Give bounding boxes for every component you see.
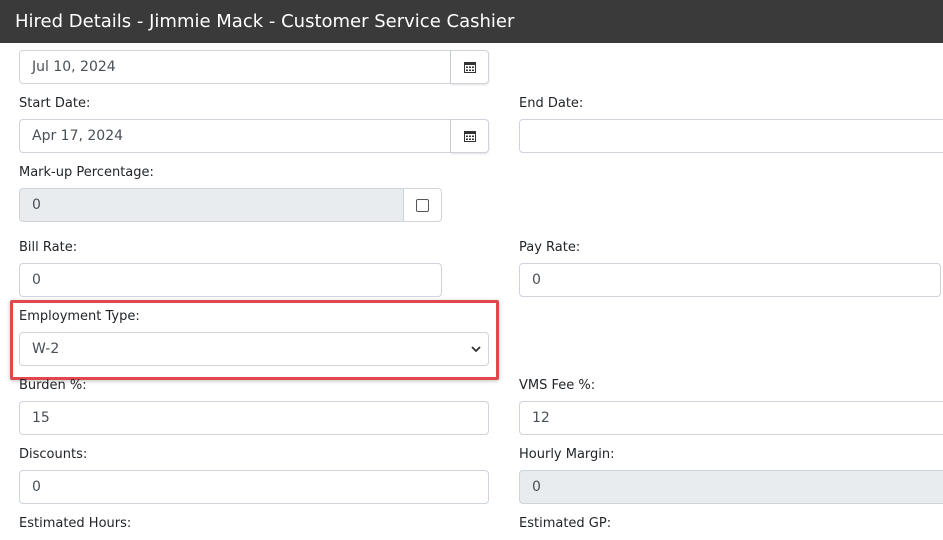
markup-checkbox[interactable] <box>416 198 429 212</box>
markup-percentage-label: Mark-up Percentage: <box>19 165 154 180</box>
chevron-down-icon <box>471 346 481 353</box>
employment-type-select[interactable]: W-2 <box>19 332 489 366</box>
start-date-label: Start Date: <box>19 96 91 111</box>
bill-rate-input[interactable]: 0 <box>19 263 442 297</box>
modal-header: Hired Details - Jimmie Mack - Customer S… <box>0 0 943 43</box>
estimated-hours-label: Estimated Hours: <box>19 516 132 531</box>
markup-checkbox-addon <box>404 188 442 222</box>
hire-date-calendar-button[interactable] <box>451 50 489 84</box>
calendar-icon <box>463 62 476 73</box>
hire-date-input[interactable]: Jul 10, 2024 <box>19 50 451 84</box>
employment-type-label: Employment Type: <box>19 309 140 324</box>
vms-fee-input[interactable]: 12 <box>519 401 943 435</box>
hourly-margin-label: Hourly Margin: <box>519 447 615 462</box>
start-date-input[interactable]: Apr 17, 2024 <box>19 119 451 153</box>
burden-label: Burden %: <box>19 378 87 393</box>
discounts-input[interactable]: 0 <box>19 470 489 504</box>
bill-rate-label: Bill Rate: <box>19 240 78 255</box>
start-date-calendar-button[interactable] <box>451 119 489 153</box>
discounts-label: Discounts: <box>19 447 88 462</box>
employment-type-value: W-2 <box>32 341 60 357</box>
burden-input[interactable]: 15 <box>19 401 489 435</box>
pay-rate-label: Pay Rate: <box>519 240 581 255</box>
estimated-gp-label: Estimated GP: <box>519 516 612 531</box>
calendar-icon <box>463 131 476 142</box>
pay-rate-input[interactable]: 0 <box>519 263 941 297</box>
end-date-input[interactable] <box>519 119 943 153</box>
modal-title: Hired Details - Jimmie Mack - Customer S… <box>15 11 515 32</box>
hourly-margin-input: 0 <box>519 470 943 504</box>
end-date-label: End Date: <box>519 96 584 111</box>
vms-fee-label: VMS Fee %: <box>519 378 596 393</box>
markup-percentage-input: 0 <box>19 188 404 222</box>
